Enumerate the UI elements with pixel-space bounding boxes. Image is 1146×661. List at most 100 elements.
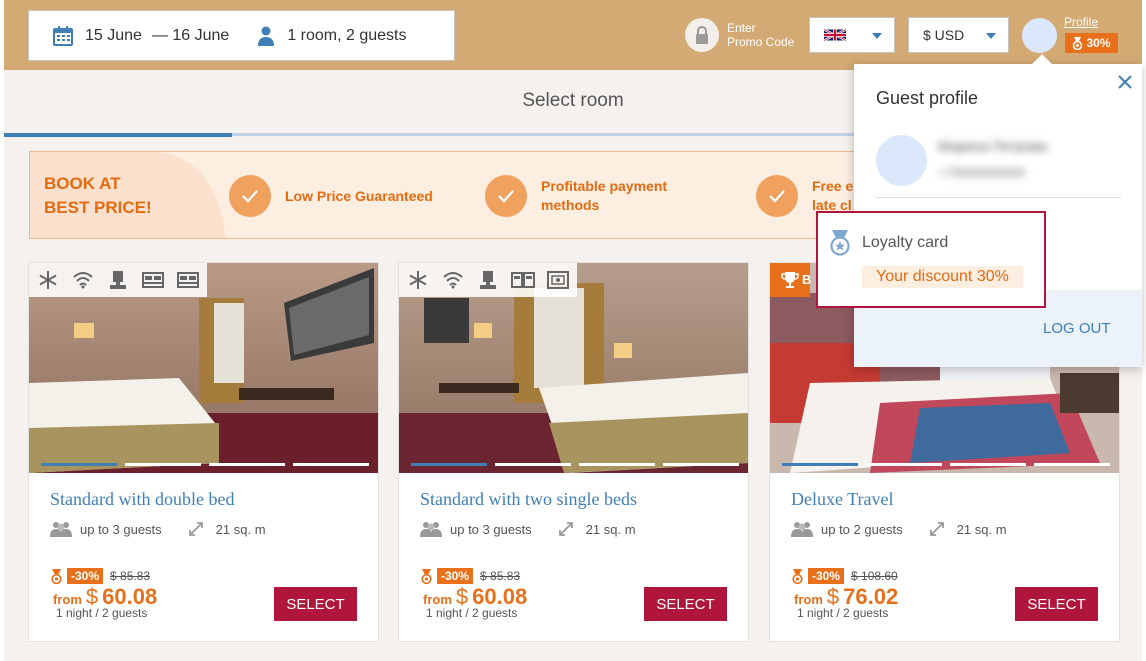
calendar-icon (53, 25, 73, 46)
lock-icon (685, 18, 719, 52)
chevron-down-icon (872, 33, 882, 39)
price-from-label: from (423, 592, 452, 607)
chevron-down-icon (986, 33, 996, 39)
banner-feature-label: Free e (812, 178, 854, 194)
profile-discount-value: 30% (1086, 36, 1111, 50)
dropdown-title: Guest profile (876, 88, 979, 108)
profile-discount-badge: 30% (1065, 33, 1118, 53)
discount-row: -30% $ 85.83 (50, 568, 150, 584)
divider (876, 197, 1121, 198)
currency-value: $ USD (923, 27, 965, 43)
guests-summary: 1 room, 2 guests (287, 26, 407, 44)
select-room-button[interactable]: SELECT (644, 587, 727, 621)
medal-icon (830, 230, 850, 256)
currency-select[interactable]: $ USD (908, 17, 1009, 53)
guests-icon (50, 522, 72, 537)
guests-icon (420, 522, 442, 537)
photo-pagination[interactable] (41, 463, 369, 466)
snowflake-icon (405, 268, 431, 292)
check-icon (485, 175, 527, 217)
price-from-label: from (53, 592, 82, 607)
date-guests-picker[interactable]: 15 June — 16 June 1 room, 2 guests (28, 10, 455, 61)
room-meta: up to 3 guests 21 sq. m (420, 521, 636, 537)
date-to: — 16 June (151, 26, 230, 44)
amenities-bar (29, 263, 207, 297)
check-icon (756, 175, 798, 217)
logout-button[interactable]: LOG OUT (1043, 320, 1111, 337)
room-meta: up to 2 guests 21 sq. m (791, 521, 1007, 537)
room-name[interactable]: Standard with double bed (50, 489, 234, 510)
banner-feature-label: Low Price Guaranteed (285, 187, 433, 204)
banner-feature: Low Price Guaranteed (229, 175, 433, 217)
banner-feature-label: methods (541, 197, 600, 213)
price-nights: 1 night / 2 guests (797, 606, 889, 620)
person-icon (258, 26, 275, 46)
price-nights: 1 night / 2 guests (56, 606, 148, 620)
single-beds-icon (510, 268, 536, 292)
room-photo[interactable] (29, 263, 378, 473)
old-price: $ 85.83 (110, 569, 151, 583)
wifi-icon (70, 268, 96, 292)
amenities-bar (399, 263, 577, 297)
room-area: 21 sq. m (956, 521, 1007, 537)
step-progress-active (4, 133, 232, 137)
room-area: 21 sq. m (215, 521, 266, 537)
date-from: 15 June (85, 26, 142, 44)
medal-icon (792, 568, 803, 584)
price-nights: 1 night / 2 guests (426, 606, 518, 620)
room-meta: up to 3 guests 21 sq. m (50, 521, 266, 537)
language-select[interactable] (809, 17, 895, 53)
room-name[interactable]: Deluxe Travel (791, 489, 894, 510)
banner-title-line2: BEST PRICE! (44, 198, 152, 217)
snowflake-icon (35, 268, 61, 292)
double-bed-icon (140, 268, 166, 292)
kettle-icon (105, 268, 131, 292)
discount-badge: -30% (67, 568, 104, 584)
room-card: Standard with double bed up to 3 guests … (28, 262, 379, 642)
discount-row: -30% $ 108.60 (791, 568, 898, 584)
room-card: Standard with two single beds up to 3 gu… (398, 262, 749, 642)
double-bed-icon (175, 268, 201, 292)
guest-phone: +79999999999 (938, 165, 1026, 180)
promo-code-button[interactable]: Enter Promo Code (685, 18, 794, 52)
room-area: 21 sq. m (585, 521, 636, 537)
top-bar: 15 June — 16 June 1 room, 2 guests Enter… (4, 0, 1142, 70)
close-icon[interactable] (1116, 73, 1134, 91)
photo-pagination[interactable] (411, 463, 739, 466)
old-price: $ 108.60 (851, 569, 898, 583)
discount-badge: -30% (437, 568, 474, 584)
expand-icon (558, 522, 573, 536)
safe-icon (545, 268, 571, 292)
photo-pagination[interactable] (782, 463, 1110, 466)
uk-flag-icon (824, 28, 846, 42)
avatar[interactable] (1022, 18, 1057, 53)
profile-link[interactable]: Profile (1064, 15, 1098, 29)
medal-icon (421, 568, 432, 584)
select-room-button[interactable]: SELECT (1015, 587, 1098, 621)
select-room-button[interactable]: SELECT (274, 587, 357, 621)
room-guests: up to 3 guests (450, 521, 532, 537)
room-guests: up to 2 guests (821, 521, 903, 537)
promo-line2: Promo Code (727, 35, 795, 49)
room-guests: up to 3 guests (80, 521, 162, 537)
price-from-label: from (794, 592, 823, 607)
old-price: $ 85.83 (480, 569, 521, 583)
banner-feature: Profitable payment methods (485, 175, 667, 217)
expand-icon (188, 522, 203, 536)
wifi-icon (440, 268, 466, 292)
room-name[interactable]: Standard with two single beds (420, 489, 637, 510)
promo-line1: Enter (727, 21, 756, 35)
room-photo[interactable] (399, 263, 748, 473)
medal-icon (51, 568, 62, 584)
kettle-icon (475, 268, 501, 292)
discount-row: -30% $ 85.83 (420, 568, 520, 584)
expand-icon (929, 522, 944, 536)
app-frame: 15 June — 16 June 1 room, 2 guests Enter… (4, 0, 1142, 661)
avatar (876, 135, 927, 186)
guest-name: Марина Петрова (938, 138, 1048, 154)
check-icon (229, 175, 271, 217)
best-badge-text: B (802, 272, 812, 287)
medal-icon (1073, 36, 1083, 50)
loyalty-title: Loyalty card (862, 234, 949, 251)
banner-title-line1: BOOK AT (44, 174, 121, 193)
